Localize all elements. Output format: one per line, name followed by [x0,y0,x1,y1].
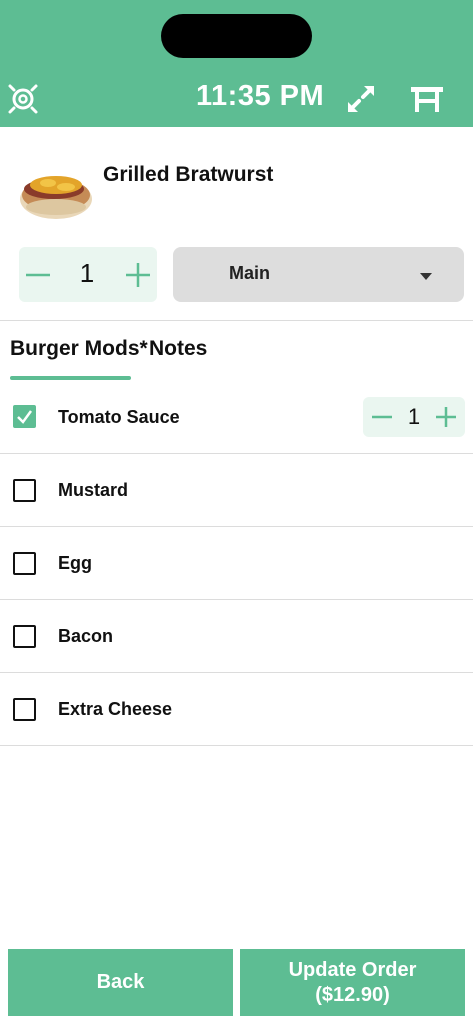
modifier-label: Extra Cheese [58,699,173,719]
app-header: 11:35 PM [0,0,473,127]
checkbox[interactable] [13,625,36,648]
course-selected-value: Main [229,263,271,283]
checkmark-icon [17,410,33,424]
plus-icon[interactable] [434,405,458,429]
back-button-label: Back [96,971,145,993]
modifier-quantity-value: 1 [407,404,421,429]
bratwurst-thumbnail-icon [18,159,94,223]
plus-icon[interactable] [123,260,153,290]
expand-icon[interactable] [344,82,378,116]
clock-time: 11:35 PM [196,80,325,112]
back-button[interactable]: Back [8,949,233,1016]
modifier-label: Mustard [58,480,129,500]
modifier-row[interactable]: Egg [0,526,473,600]
course-select[interactable]: Main [173,247,464,302]
camera-notch [161,14,312,58]
modifier-label: Tomato Sauce [58,407,180,427]
checkbox-checked[interactable] [13,405,36,428]
divider [0,320,473,321]
item-quantity-value: 1 [79,258,95,288]
checkbox[interactable] [13,698,36,721]
modifier-quantity-stepper: 1 [363,397,465,437]
checkbox[interactable] [13,479,36,502]
modifier-label: Bacon [58,626,114,646]
update-order-button[interactable]: Update Order ($12.90) [240,949,465,1016]
update-order-label: Update Order [288,958,417,981]
tab-notes[interactable]: Notes [149,337,207,361]
modifier-row[interactable]: Bacon [0,599,473,673]
minus-icon[interactable] [370,405,394,429]
caret-down-icon [418,270,434,282]
table-icon[interactable] [408,82,446,116]
item-summary: Grilled Bratwurst [0,150,473,230]
checkbox[interactable] [13,552,36,575]
minus-icon[interactable] [23,260,53,290]
modifier-row[interactable]: Extra Cheese [0,672,473,746]
modifier-row[interactable]: Mustard [0,453,473,527]
item-name: Grilled Bratwurst [103,163,274,186]
modifier-row[interactable]: Tomato Sauce 1 [0,380,473,454]
tab-burger-mods[interactable]: Burger Mods* [10,337,148,361]
item-quantity-stepper: 1 [19,247,157,302]
settings-icon[interactable] [6,82,40,116]
update-order-total: ($12.90) [315,983,390,1006]
modifier-label: Egg [58,553,92,573]
